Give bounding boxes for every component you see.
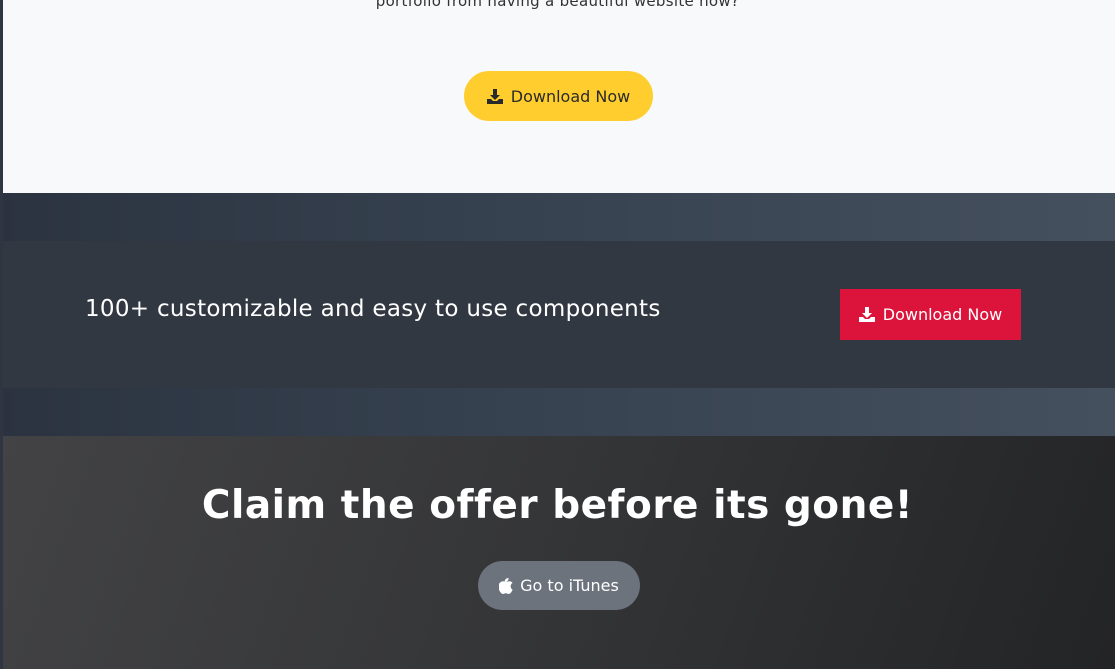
promo-download-label: Download Now	[882, 305, 1003, 324]
hero-description: portfolio from having a beautiful websit…	[375, 0, 740, 10]
promo-download-button[interactable]: Download Now	[840, 289, 1021, 340]
page-left-border	[0, 0, 3, 669]
hero-download-button[interactable]: Download Now	[464, 71, 653, 121]
hero-download-label: Download Now	[510, 86, 631, 106]
itunes-label: Go to iTunes	[520, 576, 619, 595]
apple-icon	[499, 577, 513, 594]
download-icon	[486, 88, 503, 104]
offer-section: Claim the offer before its gone! Go to i…	[0, 436, 1115, 669]
promo-section: 100+ customizable and easy to use compon…	[0, 193, 1115, 436]
promo-band: 100+ customizable and easy to use compon…	[0, 241, 1115, 388]
itunes-button[interactable]: Go to iTunes	[478, 561, 640, 610]
download-icon	[858, 307, 875, 322]
hero-section: portfolio from having a beautiful websit…	[0, 0, 1115, 193]
promo-text: 100+ customizable and easy to use compon…	[85, 296, 661, 322]
offer-title: Claim the offer before its gone!	[201, 483, 914, 528]
